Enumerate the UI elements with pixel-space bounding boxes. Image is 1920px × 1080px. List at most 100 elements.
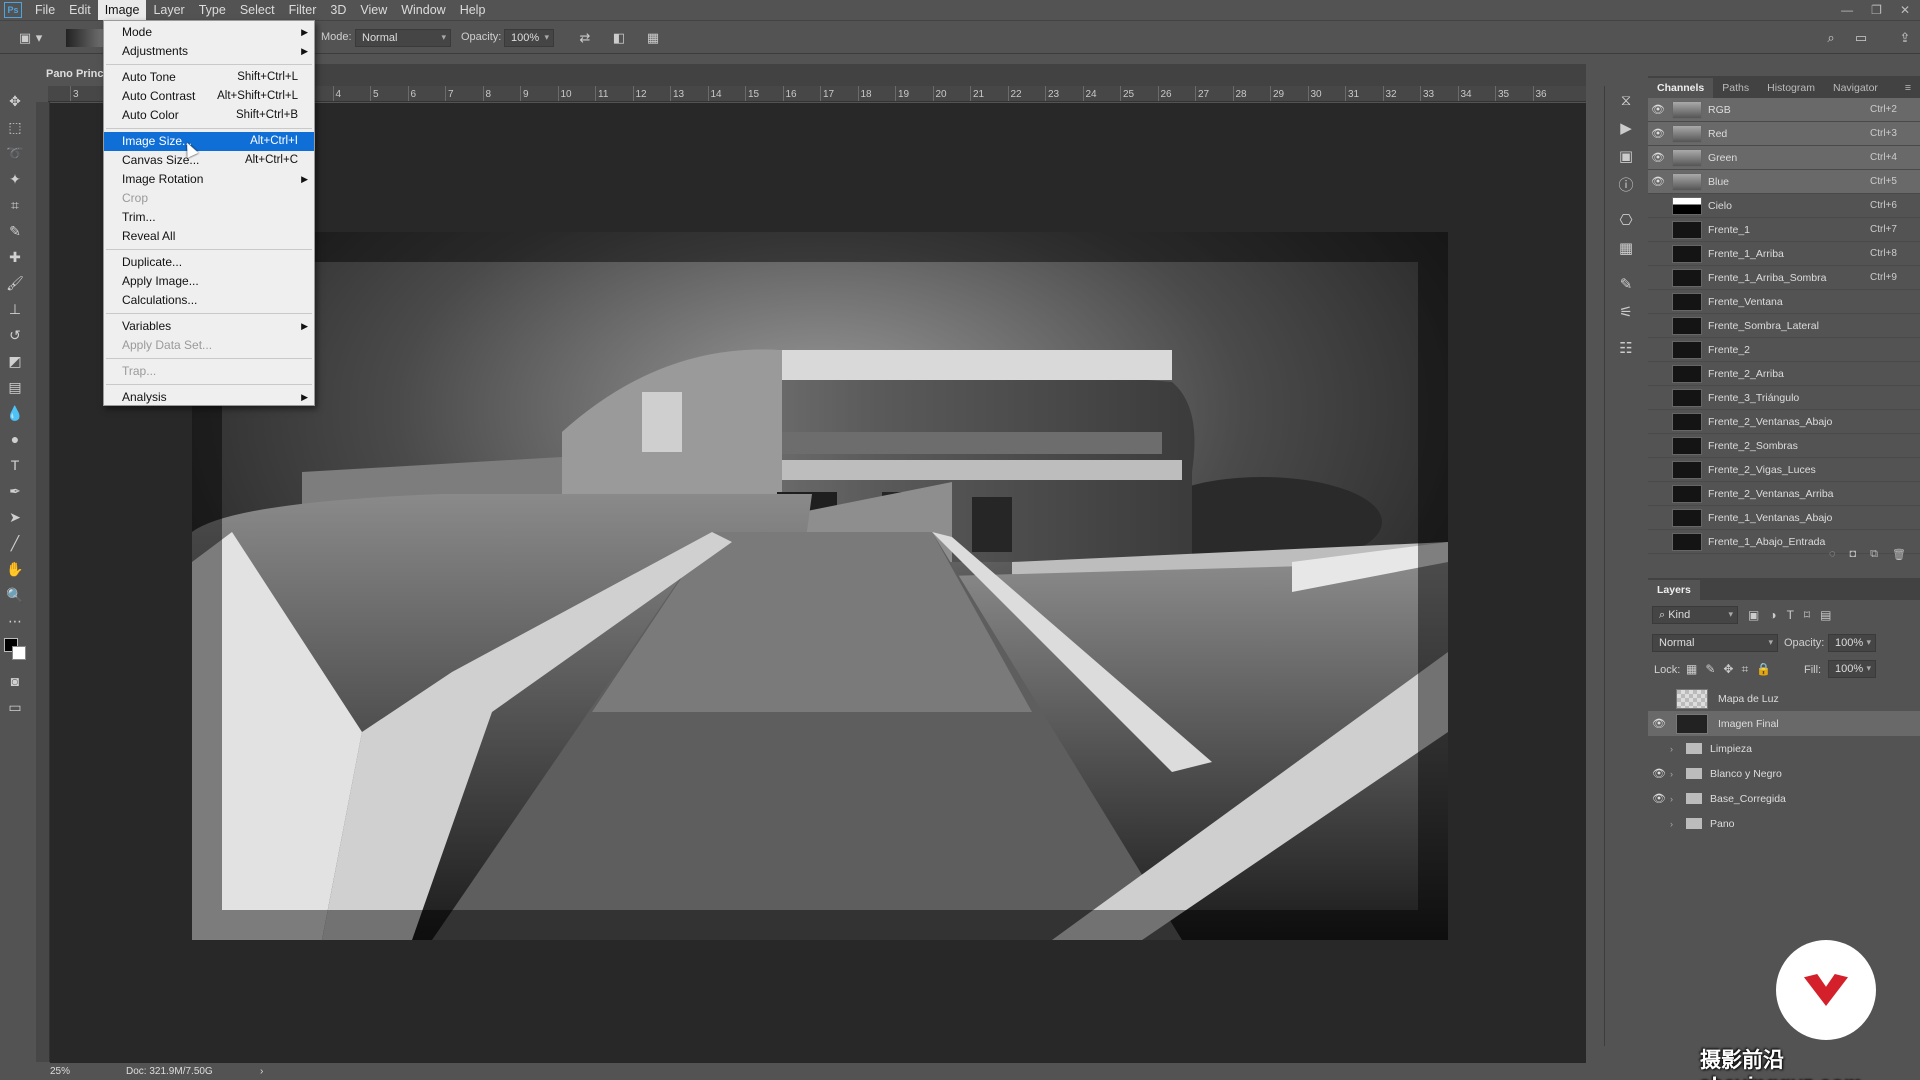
tab-histogram[interactable]: Histogram [1758,78,1824,98]
save-selection-icon[interactable]: ◘ [1850,548,1857,566]
adjustments-icon[interactable]: ⚟ [1605,298,1647,326]
channel-row[interactable]: Frente_2_Ventanas_Abajo [1648,410,1920,434]
background-color-icon[interactable] [12,646,26,660]
menu-layer[interactable]: Layer [146,0,191,20]
lasso-tool-icon[interactable]: ➰ [0,140,30,166]
camera-raw-icon[interactable]: ▣ [1605,142,1647,170]
channel-row[interactable]: Frente_2 [1648,338,1920,362]
channel-row[interactable]: 👁 Green Ctrl+4 [1648,146,1920,170]
brush-tool-icon[interactable]: 🖌 [0,270,30,296]
channel-row[interactable]: Frente_Sombra_Lateral [1648,314,1920,338]
channel-row[interactable]: Frente_2_Ventanas_Arriba [1648,482,1920,506]
document-tab[interactable]: Pano Princ [36,64,114,86]
brush-settings-icon[interactable]: ✎ [1605,270,1647,298]
expand-arrow-icon[interactable]: › [1670,819,1682,829]
visibility-eye-icon[interactable]: 👁 [1648,127,1668,140]
channel-row[interactable]: Frente_2_Arriba [1648,362,1920,386]
eyedropper-tool-icon[interactable]: ✎ [0,218,30,244]
visibility-eye-icon[interactable]: 👁 [1648,767,1670,780]
mode-select[interactable]: Normal ▾ [355,29,451,47]
chevron-down-icon[interactable]: ▾ [34,29,44,47]
menu-item-variables[interactable]: Variables ▶ [104,317,314,336]
tab-navigator[interactable]: Navigator [1824,78,1887,98]
marquee-tool-icon[interactable]: ⬚ [0,114,30,140]
tab-channels[interactable]: Channels [1648,78,1714,98]
expand-arrow-icon[interactable]: › [1670,794,1682,804]
channel-row[interactable]: Frente_1_Ventanas_Abajo [1648,506,1920,530]
fill-field[interactable]: 100% ▾ [1828,660,1876,678]
channel-row[interactable]: Frente_1 Ctrl+7 [1648,218,1920,242]
new-channel-icon[interactable]: ⧉ [1870,548,1878,566]
menu-item-trim[interactable]: Trim... [104,208,314,227]
menu-item-image-rotation[interactable]: Image Rotation ▶ [104,170,314,189]
gradient-preview[interactable] [66,29,106,47]
info-icon[interactable]: ⓘ [1605,170,1647,198]
visibility-eye-icon[interactable]: 👁 [1648,792,1670,805]
crop-tool-icon[interactable]: ⌗ [0,192,30,218]
healing-brush-tool-icon[interactable]: ✚ [0,244,30,270]
menu-view[interactable]: View [353,0,394,20]
close-window-icon[interactable]: ✕ [1900,3,1910,17]
visibility-eye-icon[interactable]: 👁 [1648,151,1668,164]
zoom-tool-icon[interactable]: 🔍 [0,582,30,608]
channel-row[interactable]: Cielo Ctrl+6 [1648,194,1920,218]
channel-row[interactable]: 👁 RGB Ctrl+2 [1648,98,1920,122]
status-menu-arrow[interactable]: › [260,1066,263,1077]
menu-item-canvas-size[interactable]: Canvas Size... Alt+Ctrl+C [104,151,314,170]
magic-wand-tool-icon[interactable]: ✦ [0,166,30,192]
lock-icons[interactable]: ▦✎✥⌗🔒 [1686,662,1779,677]
layer-filter-select[interactable]: ⌕ Kind ▾ [1652,606,1738,624]
menu-select[interactable]: Select [233,0,282,20]
type-tool-icon[interactable]: T [0,452,30,478]
dither-icon[interactable]: ◧ [610,29,628,47]
channel-row[interactable]: Frente_2_Sombras [1648,434,1920,458]
menu-item-auto-tone[interactable]: Auto Tone Shift+Ctrl+L [104,68,314,87]
history-icon[interactable]: ⧖ [1605,86,1647,114]
menu-item-reveal-all[interactable]: Reveal All [104,227,314,246]
layer-opacity-field[interactable]: 100% ▾ [1828,634,1876,652]
delete-channel-icon[interactable]: 🗑 [1892,548,1906,566]
layer-group-row[interactable]: › Pano [1648,811,1920,836]
line-tool-icon[interactable]: ╱ [0,530,30,556]
swatches-icon[interactable]: ▦ [1605,234,1647,262]
history-brush-tool-icon[interactable]: ↺ [0,322,30,348]
move-tool-icon[interactable]: ✥ [0,88,30,114]
menu-item-calculations[interactable]: Calculations... [104,291,314,310]
menu-file[interactable]: File [28,0,62,20]
menu-3d[interactable]: 3D [323,0,353,20]
gradient-tool-icon[interactable]: ▤ [0,374,30,400]
menu-item-auto-color[interactable]: Auto Color Shift+Ctrl+B [104,106,314,125]
menu-item-image-size[interactable]: Image Size... Alt+Ctrl+I [104,132,314,151]
opacity-field[interactable]: 100% ▾ [504,29,554,47]
menu-item-duplicate[interactable]: Duplicate... [104,253,314,272]
path-selection-tool-icon[interactable]: ➤ [0,504,30,530]
expand-arrow-icon[interactable]: › [1670,769,1682,779]
document-image[interactable] [192,232,1448,940]
menu-image[interactable]: Image [97,0,147,20]
minimize-icon[interactable]: — [1841,3,1853,17]
visibility-eye-icon[interactable]: 👁 [1648,175,1668,188]
channel-row[interactable]: Frente_3_Triángulo [1648,386,1920,410]
actions-play-icon[interactable]: ▶ [1605,114,1647,142]
3d-icon[interactable]: ⎔ [1605,206,1647,234]
channel-row[interactable]: 👁 Blue Ctrl+5 [1648,170,1920,194]
menu-item-analysis[interactable]: Analysis ▶ [104,388,314,407]
screen-mode-icon[interactable]: ▭ [0,694,30,720]
channel-row[interactable]: Frente_1_Arriba_Sombra Ctrl+9 [1648,266,1920,290]
layer-filter-icons[interactable]: ▣◑T⌑▤ [1748,608,1841,622]
channel-row[interactable]: Frente_2_Vigas_Luces [1648,458,1920,482]
menu-item-adjustments[interactable]: Adjustments ▶ [104,42,314,61]
share-icon[interactable]: ⇪ [1896,29,1914,47]
search-icon[interactable]: ⌕ [1822,29,1840,47]
menu-type[interactable]: Type [192,0,233,20]
tab-paths[interactable]: Paths [1713,78,1758,98]
menu-edit[interactable]: Edit [62,0,98,20]
color-swatches[interactable] [0,634,30,668]
quick-mask-icon[interactable]: ◙ [0,668,30,694]
dodge-tool-icon[interactable]: ● [0,426,30,452]
clone-stamp-tool-icon[interactable]: ⊥ [0,296,30,322]
channel-row[interactable]: 👁 Red Ctrl+3 [1648,122,1920,146]
menu-item-apply-image[interactable]: Apply Image... [104,272,314,291]
menu-filter[interactable]: Filter [282,0,324,20]
reverse-icon[interactable]: ⇄ [576,29,594,47]
